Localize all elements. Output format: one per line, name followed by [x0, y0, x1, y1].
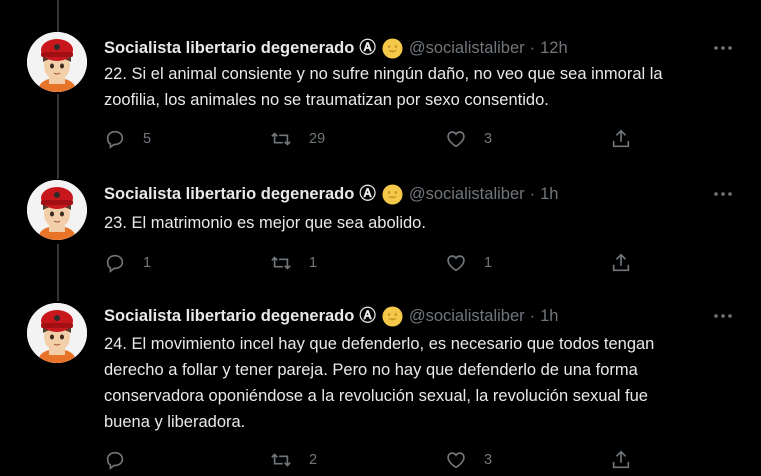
retweet-button[interactable]: 2 — [270, 449, 317, 471]
more-options-icon[interactable] — [712, 306, 734, 326]
reply-button[interactable]: 1 — [104, 252, 151, 274]
like-button[interactable]: 3 — [445, 449, 492, 471]
reply-icon — [106, 451, 124, 470]
anarchy-symbol: Ⓐ — [359, 185, 376, 203]
grinning-face-emoji-icon — [382, 305, 403, 327]
share-icon — [612, 129, 630, 148]
timestamp[interactable]: 1h — [540, 183, 558, 205]
avatar[interactable] — [27, 180, 87, 240]
tweet-actions: 5 29 3 — [104, 128, 644, 150]
display-name[interactable]: Socialista libertario degenerado — [104, 37, 354, 59]
tweet-text: 23. El matrimonio es mejor que sea aboli… — [104, 214, 426, 232]
thread-line-top — [57, 0, 59, 32]
thread-line-2 — [57, 244, 59, 301]
thread-line-1 — [57, 94, 59, 179]
separator-dot: · — [529, 39, 536, 57]
user-handle[interactable]: @socialistaliber — [409, 305, 525, 327]
like-button[interactable]: 3 — [445, 128, 492, 150]
retweet-button[interactable]: 29 — [270, 128, 325, 150]
anarchy-symbol: Ⓐ — [359, 307, 376, 325]
timestamp[interactable]: 12h — [540, 37, 568, 59]
share-button[interactable] — [610, 252, 632, 274]
separator-dot: · — [529, 185, 536, 203]
more-options-icon[interactable] — [712, 38, 734, 58]
reply-count: 1 — [143, 255, 152, 271]
more-options-icon[interactable] — [712, 184, 734, 204]
user-handle[interactable]: @socialistaliber — [409, 183, 525, 205]
tweet-actions: 2 3 — [104, 449, 644, 471]
tweet-text: 24. El movimiento incel hay que defender… — [104, 335, 655, 431]
share-icon — [612, 253, 630, 272]
reply-count: 5 — [143, 131, 152, 147]
heart-icon — [447, 131, 465, 148]
display-name[interactable]: Socialista libertario degenerado — [104, 183, 354, 205]
avatar[interactable] — [27, 32, 87, 92]
tweet-text: 22. Si el animal consiente y no sufre ni… — [104, 65, 663, 109]
share-button[interactable] — [610, 449, 632, 471]
avatar[interactable] — [27, 303, 87, 363]
like-count: 3 — [484, 452, 493, 468]
retweet-count: 2 — [309, 452, 318, 468]
previous-tweet-actions — [0, 0, 761, 2]
timestamp[interactable]: 1h — [540, 305, 558, 327]
retweet-icon — [271, 453, 291, 467]
tweet-header: Socialista libertario degenerado Ⓐ @soci… — [104, 37, 568, 59]
tweet-header: Socialista libertario degenerado Ⓐ @soci… — [104, 183, 558, 205]
separator-dot: · — [529, 307, 536, 325]
retweet-icon — [271, 256, 291, 270]
display-name[interactable]: Socialista libertario degenerado — [104, 305, 354, 327]
user-handle[interactable]: @socialistaliber — [409, 37, 525, 59]
tweet-actions: 1 1 1 — [104, 252, 644, 274]
reply-icon — [106, 130, 124, 149]
grinning-face-emoji-icon — [382, 183, 403, 205]
retweet-count: 1 — [309, 255, 318, 271]
reply-icon — [106, 254, 124, 273]
heart-icon — [447, 255, 465, 272]
retweet-count: 29 — [309, 131, 326, 147]
retweet-icon — [271, 132, 291, 146]
like-button[interactable]: 1 — [445, 252, 492, 274]
reply-button[interactable]: 5 — [104, 128, 151, 150]
like-count: 1 — [484, 255, 493, 271]
share-icon — [612, 450, 630, 469]
retweet-button[interactable]: 1 — [270, 252, 317, 274]
share-button[interactable] — [610, 128, 632, 150]
heart-icon — [447, 452, 465, 469]
reply-button[interactable] — [104, 449, 143, 471]
grinning-face-emoji-icon — [382, 37, 403, 59]
like-count: 3 — [484, 131, 493, 147]
anarchy-symbol: Ⓐ — [359, 39, 376, 57]
tweet-header: Socialista libertario degenerado Ⓐ @soci… — [104, 305, 558, 327]
